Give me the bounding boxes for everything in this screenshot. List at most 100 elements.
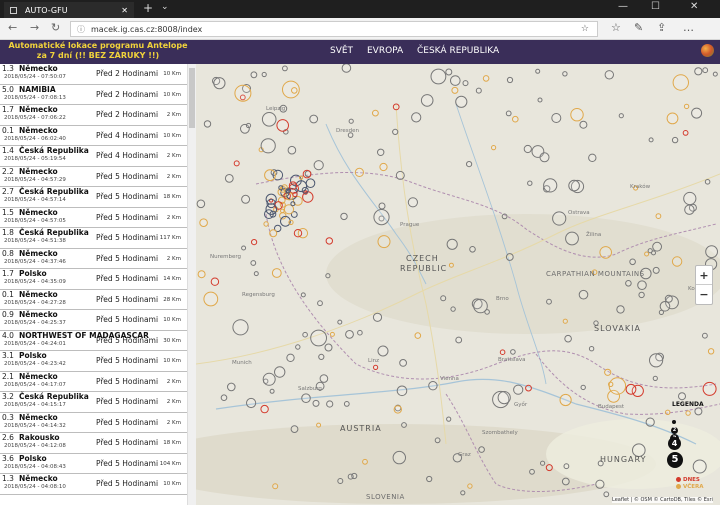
nav-world[interactable]: SVĚT [330, 46, 353, 56]
earthquake-marker[interactable] [274, 366, 286, 378]
earthquake-marker[interactable] [625, 280, 632, 287]
earthquake-marker[interactable] [260, 404, 269, 414]
event-row[interactable]: 3.6 Polsko 2018/05/24 - 04:08:43 Před 5 Hod… [0, 454, 195, 474]
earthquake-marker[interactable] [707, 348, 715, 355]
earthquake-marker[interactable] [469, 246, 476, 253]
earthquake-marker[interactable] [682, 130, 689, 136]
earthquake-marker[interactable] [535, 68, 541, 74]
address-bar[interactable]: ⓘ macek.ig.cas.cz:8008/index ☆ [70, 21, 598, 37]
earthquake-marker[interactable] [565, 231, 579, 246]
event-row[interactable]: 2.2 Německo 2018/05/24 - 04:57:29 Před 5 Ho… [0, 167, 195, 187]
earthquake-marker[interactable] [685, 410, 691, 416]
earthquake-marker[interactable] [652, 241, 663, 252]
earthquake-marker[interactable] [213, 77, 226, 90]
earthquake-marker[interactable] [224, 174, 234, 183]
earthquake-marker[interactable] [392, 103, 400, 111]
favorite-star-icon[interactable]: ☆ [581, 24, 589, 34]
earthquake-marker[interactable] [449, 75, 461, 86]
earthquake-marker[interactable] [253, 271, 259, 277]
earthquake-marker[interactable] [539, 152, 550, 163]
earthquake-marker[interactable] [220, 394, 228, 402]
earthquake-marker[interactable] [562, 318, 568, 324]
earthquake-marker[interactable] [664, 294, 673, 303]
earthquake-marker[interactable] [648, 137, 654, 143]
event-row[interactable]: 1.8 Česká Republika 2018/05/24 - 04:51:38 P… [0, 228, 195, 249]
earthquake-marker[interactable] [393, 405, 403, 414]
reading-list-icon[interactable]: ☆ [611, 21, 621, 34]
browser-tab[interactable]: AUTO-GFU ✕ [4, 2, 134, 18]
earthquake-marker[interactable] [269, 229, 278, 238]
earthquake-marker[interactable] [245, 122, 252, 129]
earthquake-marker[interactable] [649, 353, 664, 368]
event-row[interactable]: 1.3 Německo 2018/05/24 - 07:50:07 Před 2 Ho… [0, 64, 195, 85]
earthquake-marker[interactable] [250, 260, 257, 266]
earthquake-marker[interactable] [440, 295, 447, 302]
earthquake-marker[interactable] [562, 71, 568, 77]
new-tab-button[interactable]: + [143, 1, 153, 15]
earthquake-marker[interactable] [466, 161, 473, 168]
event-row[interactable]: 1.7 Polsko 2018/05/24 - 04:35:09 Před 5 Hod… [0, 269, 195, 290]
earthquake-marker[interactable] [445, 68, 453, 76]
earthquake-marker[interactable] [210, 277, 220, 286]
earthquake-marker[interactable] [233, 160, 240, 167]
earthquake-marker[interactable] [475, 87, 482, 94]
earthquake-marker[interactable] [326, 400, 334, 408]
earthquake-marker[interactable] [290, 425, 299, 434]
earthquake-marker[interactable] [671, 136, 679, 144]
earthquake-marker[interactable] [618, 113, 624, 119]
earthquake-marker[interactable] [672, 74, 689, 91]
earthquake-marker[interactable] [399, 359, 408, 367]
earthquake-marker[interactable] [652, 266, 660, 274]
earthquake-marker[interactable] [579, 120, 588, 129]
earthquake-marker[interactable] [559, 393, 572, 407]
earthquake-marker[interactable] [512, 115, 519, 123]
earthquake-marker[interactable] [694, 67, 703, 76]
earthquake-marker[interactable] [357, 329, 363, 336]
earthquake-marker[interactable] [506, 76, 514, 84]
earthquake-marker[interactable] [269, 388, 275, 394]
earthquake-marker[interactable] [595, 479, 605, 489]
event-row[interactable]: 0.9 Německo 2018/05/24 - 04:25:37 Před 5 Ho… [0, 310, 195, 331]
earthquake-marker[interactable] [510, 349, 516, 355]
earthquake-marker[interactable] [426, 475, 433, 483]
event-row[interactable]: 1.3 Německo 2018/05/24 - 04:08:10 Před 5 Ho… [0, 474, 195, 495]
earthquake-marker[interactable] [428, 381, 438, 391]
earthquake-marker[interactable] [712, 71, 718, 77]
pen-icon[interactable]: ✎ [634, 21, 643, 34]
earthquake-marker[interactable] [288, 219, 294, 225]
earthquake-marker[interactable] [407, 197, 418, 208]
earthquake-marker[interactable] [546, 298, 552, 305]
event-row[interactable]: 0.1 Německo 2018/05/24 - 04:27:28 Před 5 Ho… [0, 290, 195, 310]
earthquake-marker[interactable] [455, 336, 463, 344]
earthquake-marker[interactable] [644, 251, 650, 257]
earthquake-marker[interactable] [261, 71, 267, 78]
earthquake-marker[interactable] [588, 153, 597, 163]
earthquake-marker[interactable] [345, 330, 354, 339]
tab-close-icon[interactable]: ✕ [121, 6, 128, 15]
earthquake-marker[interactable] [460, 490, 466, 496]
earthquake-marker[interactable] [446, 416, 452, 422]
earthquake-marker[interactable] [261, 112, 277, 127]
earthquake-marker[interactable] [234, 84, 252, 102]
map[interactable]: CZECH REPUBLIC SLOVAKIA AUSTRIA HUNGARY … [196, 64, 720, 505]
earthquake-marker[interactable] [448, 262, 454, 268]
earthquake-marker[interactable] [343, 401, 350, 407]
earthquake-marker[interactable] [392, 128, 399, 136]
earthquake-marker[interactable] [608, 381, 614, 387]
more-menu-icon[interactable]: … [683, 21, 694, 34]
earthquake-marker[interactable] [599, 246, 613, 259]
zoom-out-button[interactable]: − [696, 285, 712, 304]
event-row[interactable]: 2.1 Německo 2018/05/24 - 04:17:07 Před 5 Ho… [0, 372, 195, 392]
refresh-icon[interactable]: ↻ [51, 21, 60, 34]
earthquake-marker[interactable] [241, 194, 251, 204]
earthquake-marker[interactable] [241, 245, 247, 251]
earthquake-marker[interactable] [570, 108, 584, 122]
earthquake-marker[interactable] [377, 148, 385, 157]
earthquake-marker[interactable] [497, 391, 511, 405]
earthquake-marker[interactable] [197, 270, 206, 279]
earthquake-marker[interactable] [655, 213, 662, 220]
earthquake-marker[interactable] [372, 109, 379, 117]
earthquake-marker[interactable] [262, 372, 276, 386]
earthquake-marker[interactable] [491, 145, 497, 151]
earthquake-marker[interactable] [513, 384, 524, 395]
